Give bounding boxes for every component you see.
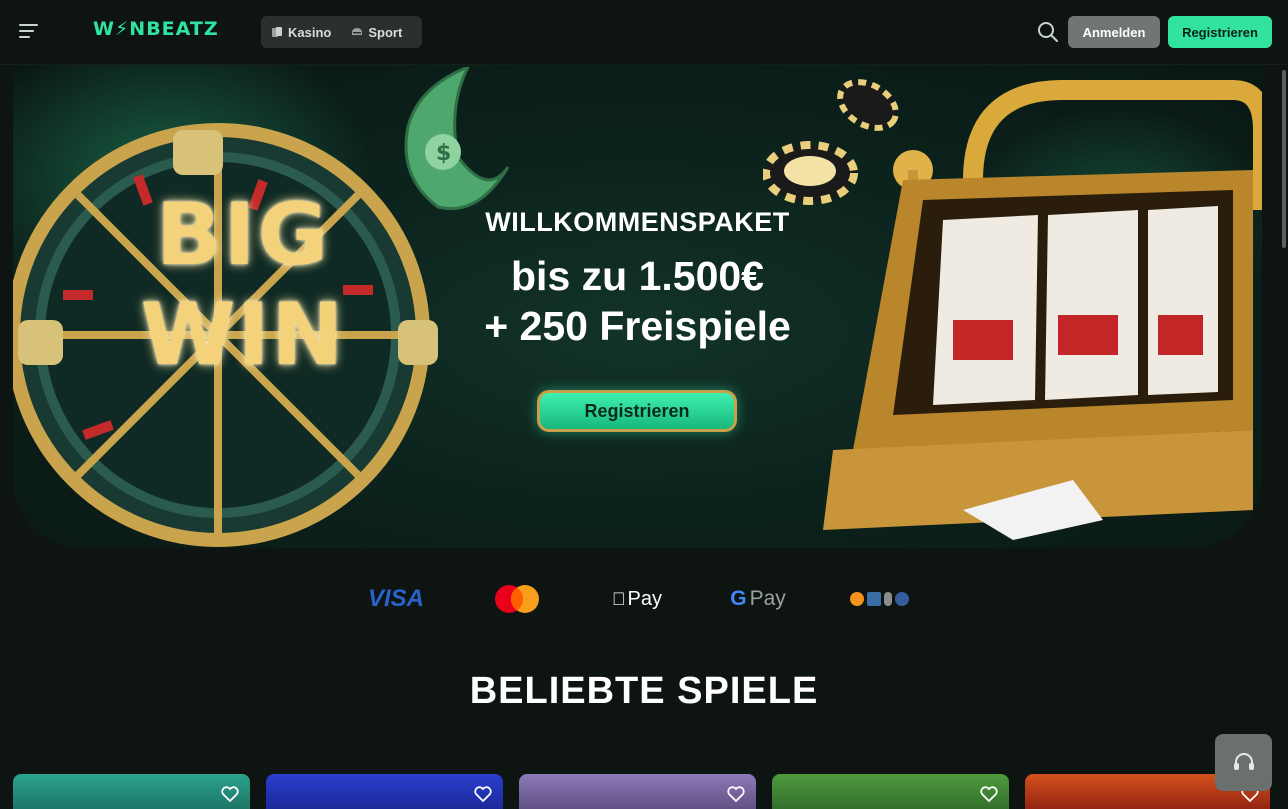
svg-text:$: $ [436,141,451,166]
hero-headline-freespins: + 250 Freispiele [484,303,791,349]
nav-item-label: Kasino [288,24,332,40]
ripple-icon [866,592,881,606]
game-card[interactable] [772,774,1009,809]
headset-icon [1233,752,1254,770]
main-nav: Kasino Sport [261,16,422,48]
login-button[interactable]: Anmelden [1068,16,1160,48]
google-g-icon: G [730,587,747,610]
litecoin-icon [894,592,909,606]
favorite-heart-icon[interactable] [979,784,999,804]
apple-icon:  [612,589,626,610]
search-icon[interactable] [1037,21,1059,43]
google-pay-logo: G Pay [727,583,789,615]
bitcoin-icon [849,592,864,606]
scrollbar-thumb[interactable] [1282,70,1286,248]
support-chat-button[interactable] [1215,734,1272,791]
top-header: W⚡NBEATZ Kasino Sport Anmelden Registrie… [0,0,1288,65]
game-card[interactable] [266,774,503,809]
game-card[interactable] [519,774,756,809]
game-card[interactable] [13,774,250,809]
hero-register-button[interactable]: Registrieren [537,390,737,432]
hero-subtitle: WILLKOMMENSPAKET [485,207,790,237]
nav-item-label: Sport [368,24,403,40]
menu-icon[interactable] [19,24,39,40]
popular-games-title: BELIEBTE SPIELE [469,670,819,712]
ethereum-icon [883,592,892,606]
nav-item-kasino[interactable]: Kasino [261,25,341,40]
favorite-heart-icon[interactable] [473,784,493,804]
apple-pay-text: Pay [620,587,662,610]
visa-logo: VISA [367,585,424,612]
hero-headline-amount: bis zu 1.500€ [511,253,764,299]
favorite-heart-icon[interactable] [220,784,240,804]
cash-bill-illustration: $ [404,67,510,211]
google-pay-text: Pay [749,587,786,610]
register-button[interactable]: Registrieren [1168,16,1272,48]
site-logo[interactable]: W⚡NBEATZ [93,18,219,40]
cards-icon [272,27,282,37]
apple-pay-logo:  Pay [610,583,664,615]
hero-banner[interactable]: BIG WIN $ WILLKOMMENSPAKET bis zu 1.500€… [13,65,1262,548]
crypto-logos [844,583,914,615]
sport-helmet-icon [352,28,363,35]
favorite-heart-icon[interactable] [726,784,746,804]
mastercard-logo [491,583,543,615]
payment-methods: VISA  Pay G Pay [0,583,1288,615]
nav-item-sport[interactable]: Sport [341,25,412,40]
